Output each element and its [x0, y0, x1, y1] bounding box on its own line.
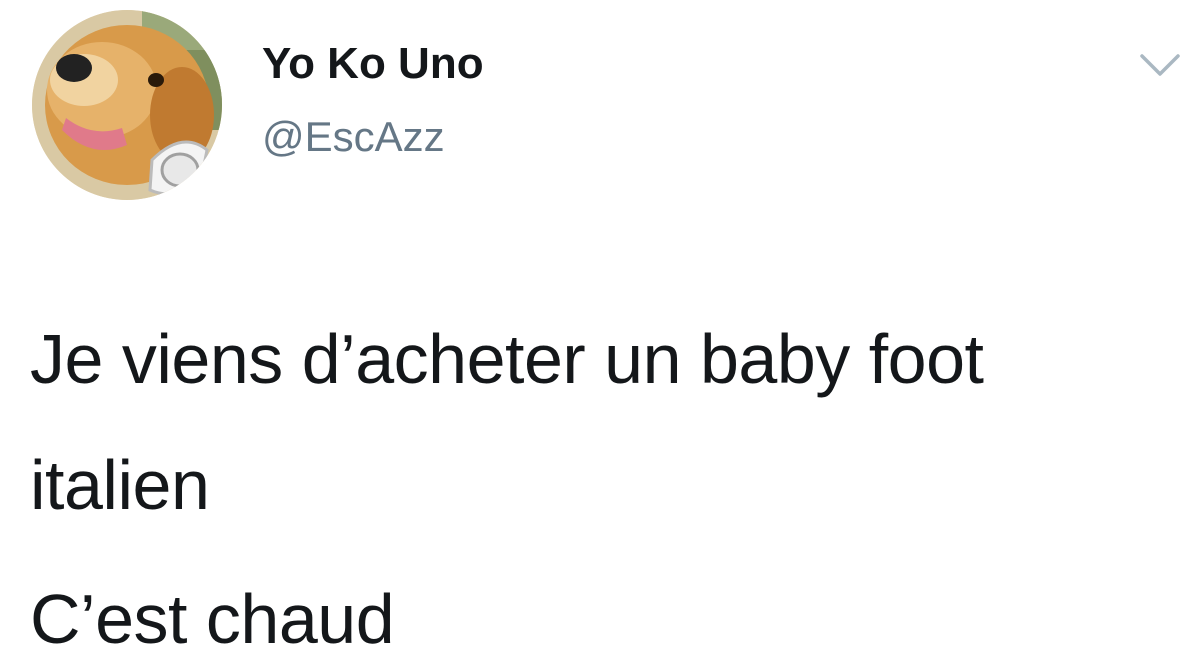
tweet-text-line: Je viens d’acheter un baby foot [30, 320, 984, 398]
tweet-text-line: italien [30, 446, 210, 524]
tweet-body: Je viens d’acheter un baby foot italien [30, 296, 1190, 548]
tweet-text-line: C’est chaud [30, 580, 395, 658]
chevron-down-icon [1140, 54, 1180, 76]
user-avatar[interactable] [32, 10, 222, 200]
tweet-card: Yo Ko Uno @EscAzz Je viens d’acheter un … [0, 0, 1200, 658]
tweet-menu-button[interactable] [1138, 50, 1182, 80]
user-handle[interactable]: @EscAzz [262, 112, 445, 162]
dog-avatar-icon [32, 10, 222, 200]
display-name[interactable]: Yo Ko Uno [262, 38, 484, 90]
